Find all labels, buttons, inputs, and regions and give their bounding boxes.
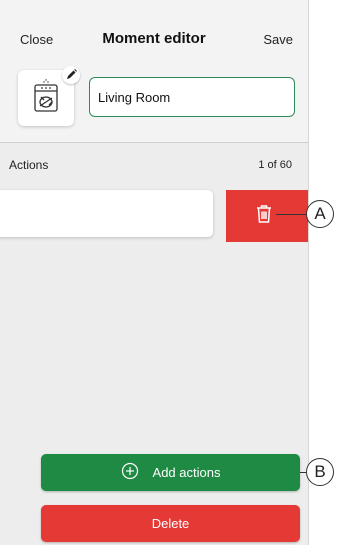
callout-a-line [276,214,306,215]
add-actions-label: Add actions [152,465,221,480]
delete-moment-button[interactable]: Delete [41,505,300,542]
add-circle-icon [121,462,139,483]
delete-action-button[interactable] [226,190,308,242]
moment-name-input[interactable] [89,77,295,117]
actions-count: 1 of 60 [258,159,292,171]
page-title: Moment editor [102,30,206,47]
moment-editor-screen: Close Moment editor Save Living Room Act… [0,0,309,545]
edit-icon-button[interactable] [62,66,80,84]
callout-b: B [306,458,334,486]
add-actions-button[interactable]: Add actions [41,454,300,491]
header-divider [0,142,308,143]
save-button[interactable]: Save [263,32,293,47]
editor-header: Close Moment editor Save [0,0,308,142]
action-list-item[interactable] [0,190,213,237]
delete-label: Delete [151,516,190,531]
pencil-icon [67,69,77,79]
actions-section-label: Actions [9,158,49,172]
trash-icon [257,205,271,223]
callout-a: A [306,200,334,228]
